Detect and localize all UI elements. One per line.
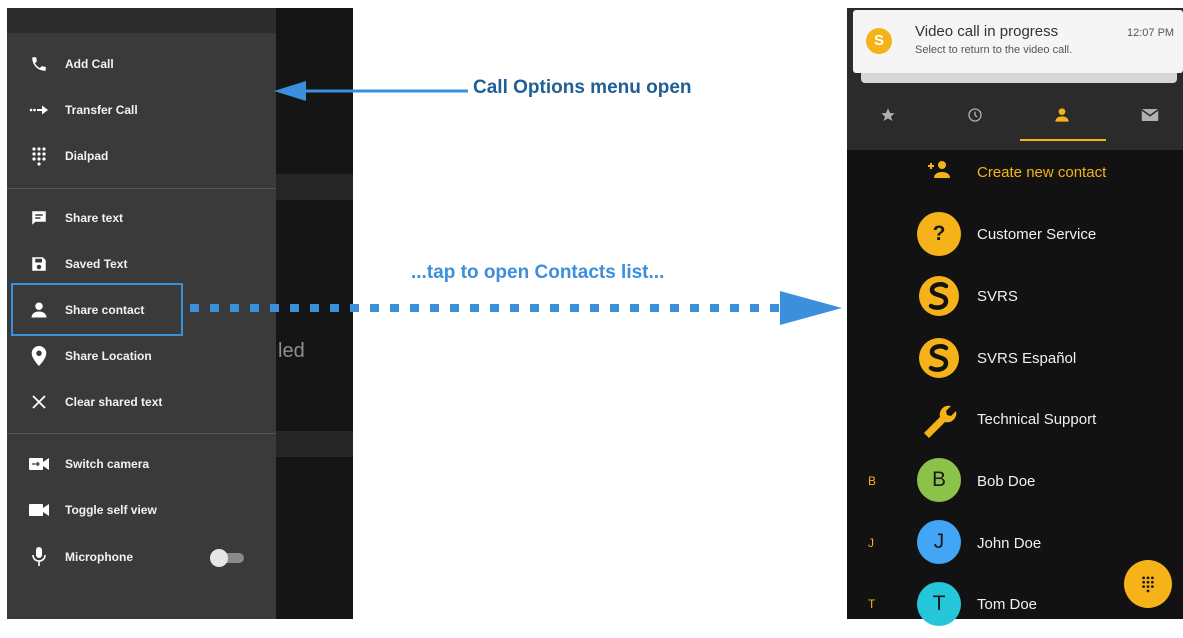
contact-name: Tom Doe (977, 596, 1038, 613)
svrs-logo-icon: S (866, 28, 892, 54)
menu-open-arrow-head (274, 81, 306, 101)
contacts-arrow-head (780, 291, 842, 325)
tab-favorites[interactable] (868, 100, 908, 130)
svrs-logo-icon (917, 336, 961, 380)
tab-recents[interactable] (955, 100, 995, 130)
contact-name: Bob Doe (977, 473, 1036, 490)
notification-title: Video call in progress (915, 23, 1059, 40)
avatar: T (917, 582, 961, 626)
section-letter: B (868, 474, 877, 488)
wrench-icon (917, 396, 961, 440)
notification-shadow (861, 73, 1177, 83)
dialpad-icon (1142, 576, 1154, 593)
notification-time: 12:07 PM (1127, 27, 1175, 39)
add-person-icon (927, 160, 951, 183)
active-tab-indicator (1020, 139, 1106, 141)
tab-messages[interactable] (1130, 100, 1170, 130)
annotation-menu-open: Call Options menu open (473, 77, 692, 98)
create-contact-label[interactable]: Create new contact (977, 164, 1106, 181)
section-letter: T (868, 597, 876, 611)
svrs-logo-icon (917, 274, 961, 318)
section-letter: J (868, 536, 874, 550)
question-icon: ? (917, 212, 961, 256)
avatar: B (917, 458, 961, 502)
contact-name: SVRS Español (977, 350, 1077, 367)
contact-name: Customer Service (977, 226, 1097, 243)
annotation-tap-contacts: ...tap to open Contacts list... (411, 262, 665, 283)
person-icon (1055, 108, 1069, 122)
contact-name: SVRS (977, 288, 1018, 305)
notification-card[interactable] (853, 10, 1183, 73)
contact-name: John Doe (977, 535, 1042, 552)
contact-name: Technical Support (977, 411, 1097, 428)
tab-contacts[interactable] (1042, 100, 1082, 130)
mail-icon (1141, 109, 1159, 121)
notification-subtitle: Select to return to the video call. (915, 44, 1073, 56)
star-icon (881, 108, 895, 121)
avatar: J (917, 520, 961, 564)
dialpad-fab-button[interactable] (1124, 560, 1172, 608)
clock-icon (968, 108, 982, 122)
